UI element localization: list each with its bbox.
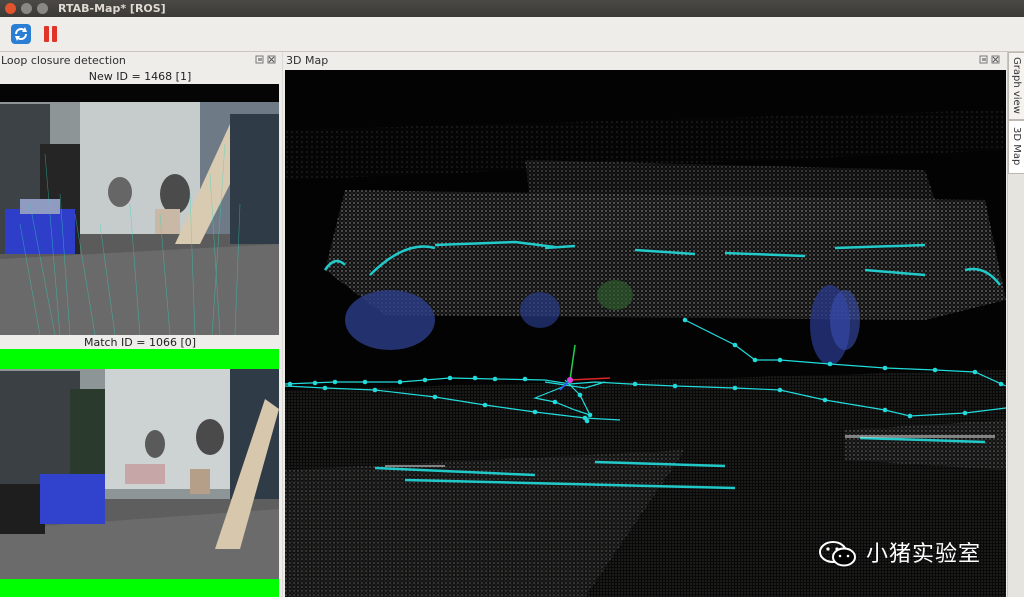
refresh-icon [11, 24, 31, 44]
match-image [0, 349, 279, 597]
3d-map-view[interactable] [285, 70, 1006, 597]
window-minimize-button[interactable] [21, 3, 32, 14]
loop-closure-dock-buttons[interactable] [255, 55, 277, 68]
tab-graph-view-label: Graph view [1011, 57, 1022, 114]
new-image-view [0, 84, 279, 335]
tab-3d-map-label: 3D Map [1011, 127, 1022, 166]
window-titlebar: RTAB-Map* [ROS] [0, 0, 1024, 17]
dock-float-close-icon [979, 55, 1000, 64]
window-title: RTAB-Map* [ROS] [58, 2, 166, 15]
tab-graph-view[interactable]: Graph view [1008, 52, 1024, 120]
pause-button[interactable] [40, 23, 62, 45]
map-panel-title: 3D Map [286, 54, 329, 67]
watermark-text: 小猪实验室 [866, 542, 982, 567]
point-cloud-render [285, 70, 1006, 597]
match-image-view [0, 349, 279, 597]
loop-closure-panel: Loop closure detection New ID = 1468 [1] [0, 52, 282, 597]
match-id-label: Match ID = 1066 [0] [83, 336, 197, 349]
window-close-button[interactable] [5, 3, 16, 14]
wechat-icon [819, 541, 856, 567]
map-dock-buttons[interactable] [979, 55, 1001, 68]
toolbar [0, 17, 1024, 52]
new-id-label: New ID = 1468 [1] [88, 70, 192, 83]
side-tab-bar: Graph view 3D Map [1007, 52, 1024, 597]
new-image [0, 84, 279, 335]
refresh-button[interactable] [10, 23, 32, 45]
window-maximize-button[interactable] [37, 3, 48, 14]
loop-closure-panel-title: Loop closure detection [1, 54, 126, 67]
dock-float-close-icon [255, 55, 276, 64]
pause-icon [44, 26, 57, 42]
tab-3d-map[interactable]: 3D Map [1008, 120, 1024, 174]
